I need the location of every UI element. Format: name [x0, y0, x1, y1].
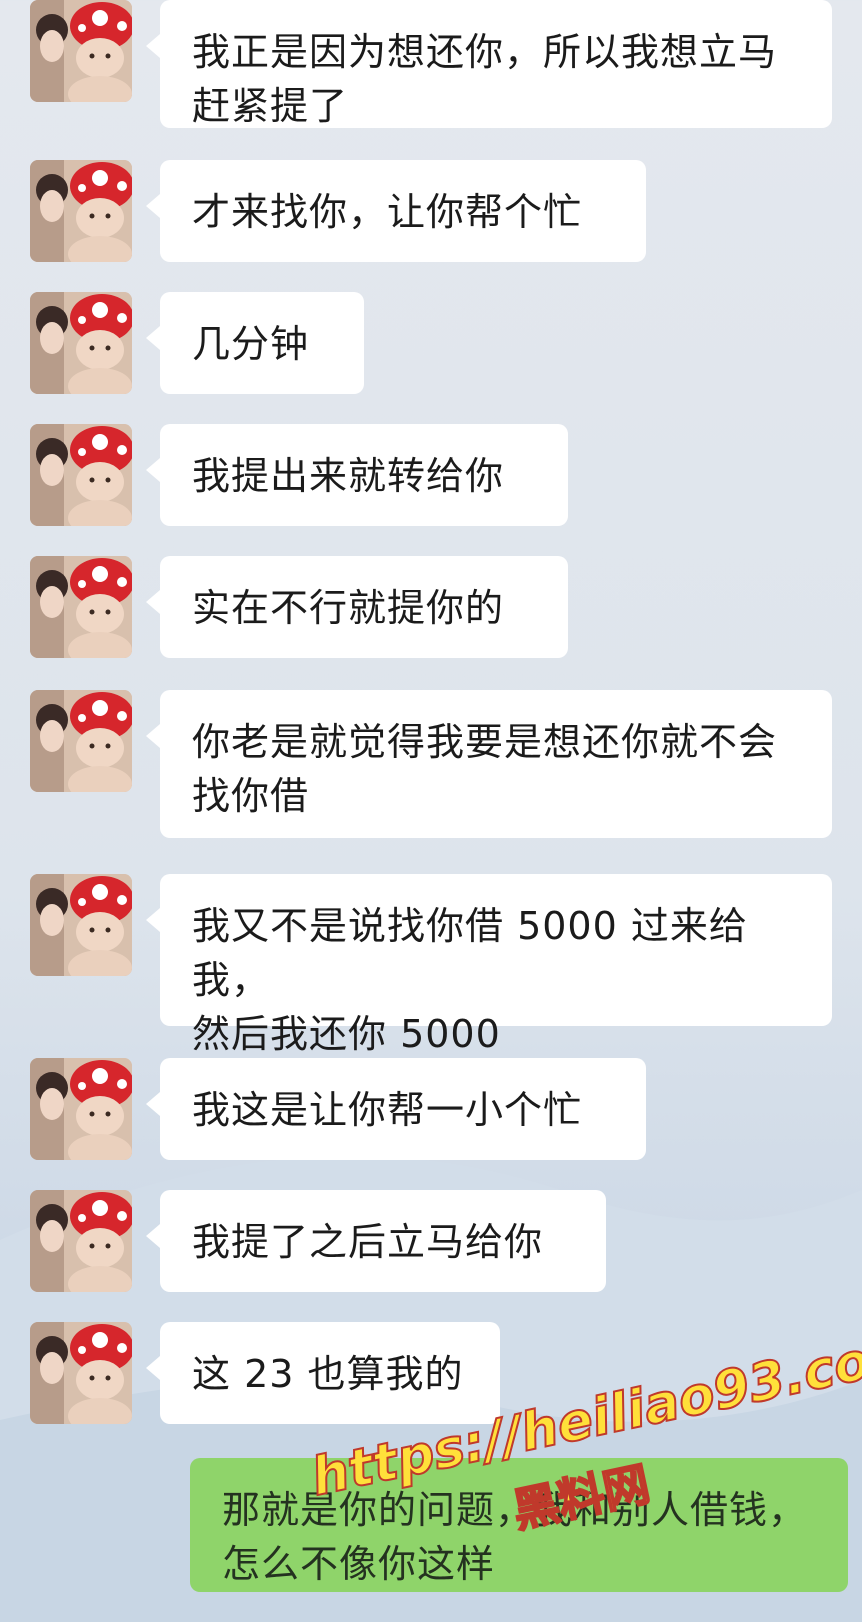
- incoming-message-row: 才来找你，让你帮个忙: [30, 160, 830, 262]
- incoming-message-row: 我正是因为想还你，所以我想立马 赶紧提了: [30, 0, 832, 128]
- incoming-message-row: 你老是就觉得我要是想还你就不会 找你借: [30, 690, 832, 838]
- message-bubble[interactable]: 我正是因为想还你，所以我想立马 赶紧提了: [146, 0, 832, 128]
- avatar-icon[interactable]: [30, 424, 132, 526]
- message-bubble[interactable]: 才来找你，让你帮个忙: [146, 160, 646, 262]
- message-bubble[interactable]: 我提了之后立马给你: [146, 1190, 606, 1292]
- message-bubble[interactable]: 几分钟: [146, 292, 364, 394]
- incoming-message-row: 我又不是说找你借 5000 过来给我， 然后我还你 5000: [30, 874, 832, 1056]
- avatar-icon[interactable]: [30, 292, 132, 394]
- incoming-message-row: 实在不行就提你的: [30, 556, 830, 658]
- message-bubble[interactable]: 我提出来就转给你: [146, 424, 568, 526]
- message-bubble[interactable]: 你老是就觉得我要是想还你就不会 找你借: [146, 690, 832, 838]
- avatar-icon[interactable]: [30, 1322, 132, 1424]
- avatar-icon[interactable]: [30, 0, 132, 102]
- avatar-icon[interactable]: [30, 1190, 132, 1292]
- avatar-icon[interactable]: [30, 556, 132, 658]
- message-bubble[interactable]: 我这是让你帮一小个忙: [146, 1058, 646, 1160]
- avatar-icon[interactable]: [30, 1058, 132, 1160]
- message-bubble[interactable]: 我又不是说找你借 5000 过来给我， 然后我还你 5000: [146, 874, 832, 1056]
- avatar-icon[interactable]: [30, 690, 132, 792]
- incoming-message-row: 我这是让你帮一小个忙: [30, 1058, 830, 1160]
- avatar-icon[interactable]: [30, 160, 132, 262]
- message-bubble[interactable]: 实在不行就提你的: [146, 556, 568, 658]
- incoming-message-row: 我提了之后立马给你: [30, 1190, 830, 1292]
- incoming-message-row: 几分钟: [30, 292, 830, 394]
- incoming-message-row: 我提出来就转给你: [30, 424, 830, 526]
- avatar-icon[interactable]: [30, 874, 132, 976]
